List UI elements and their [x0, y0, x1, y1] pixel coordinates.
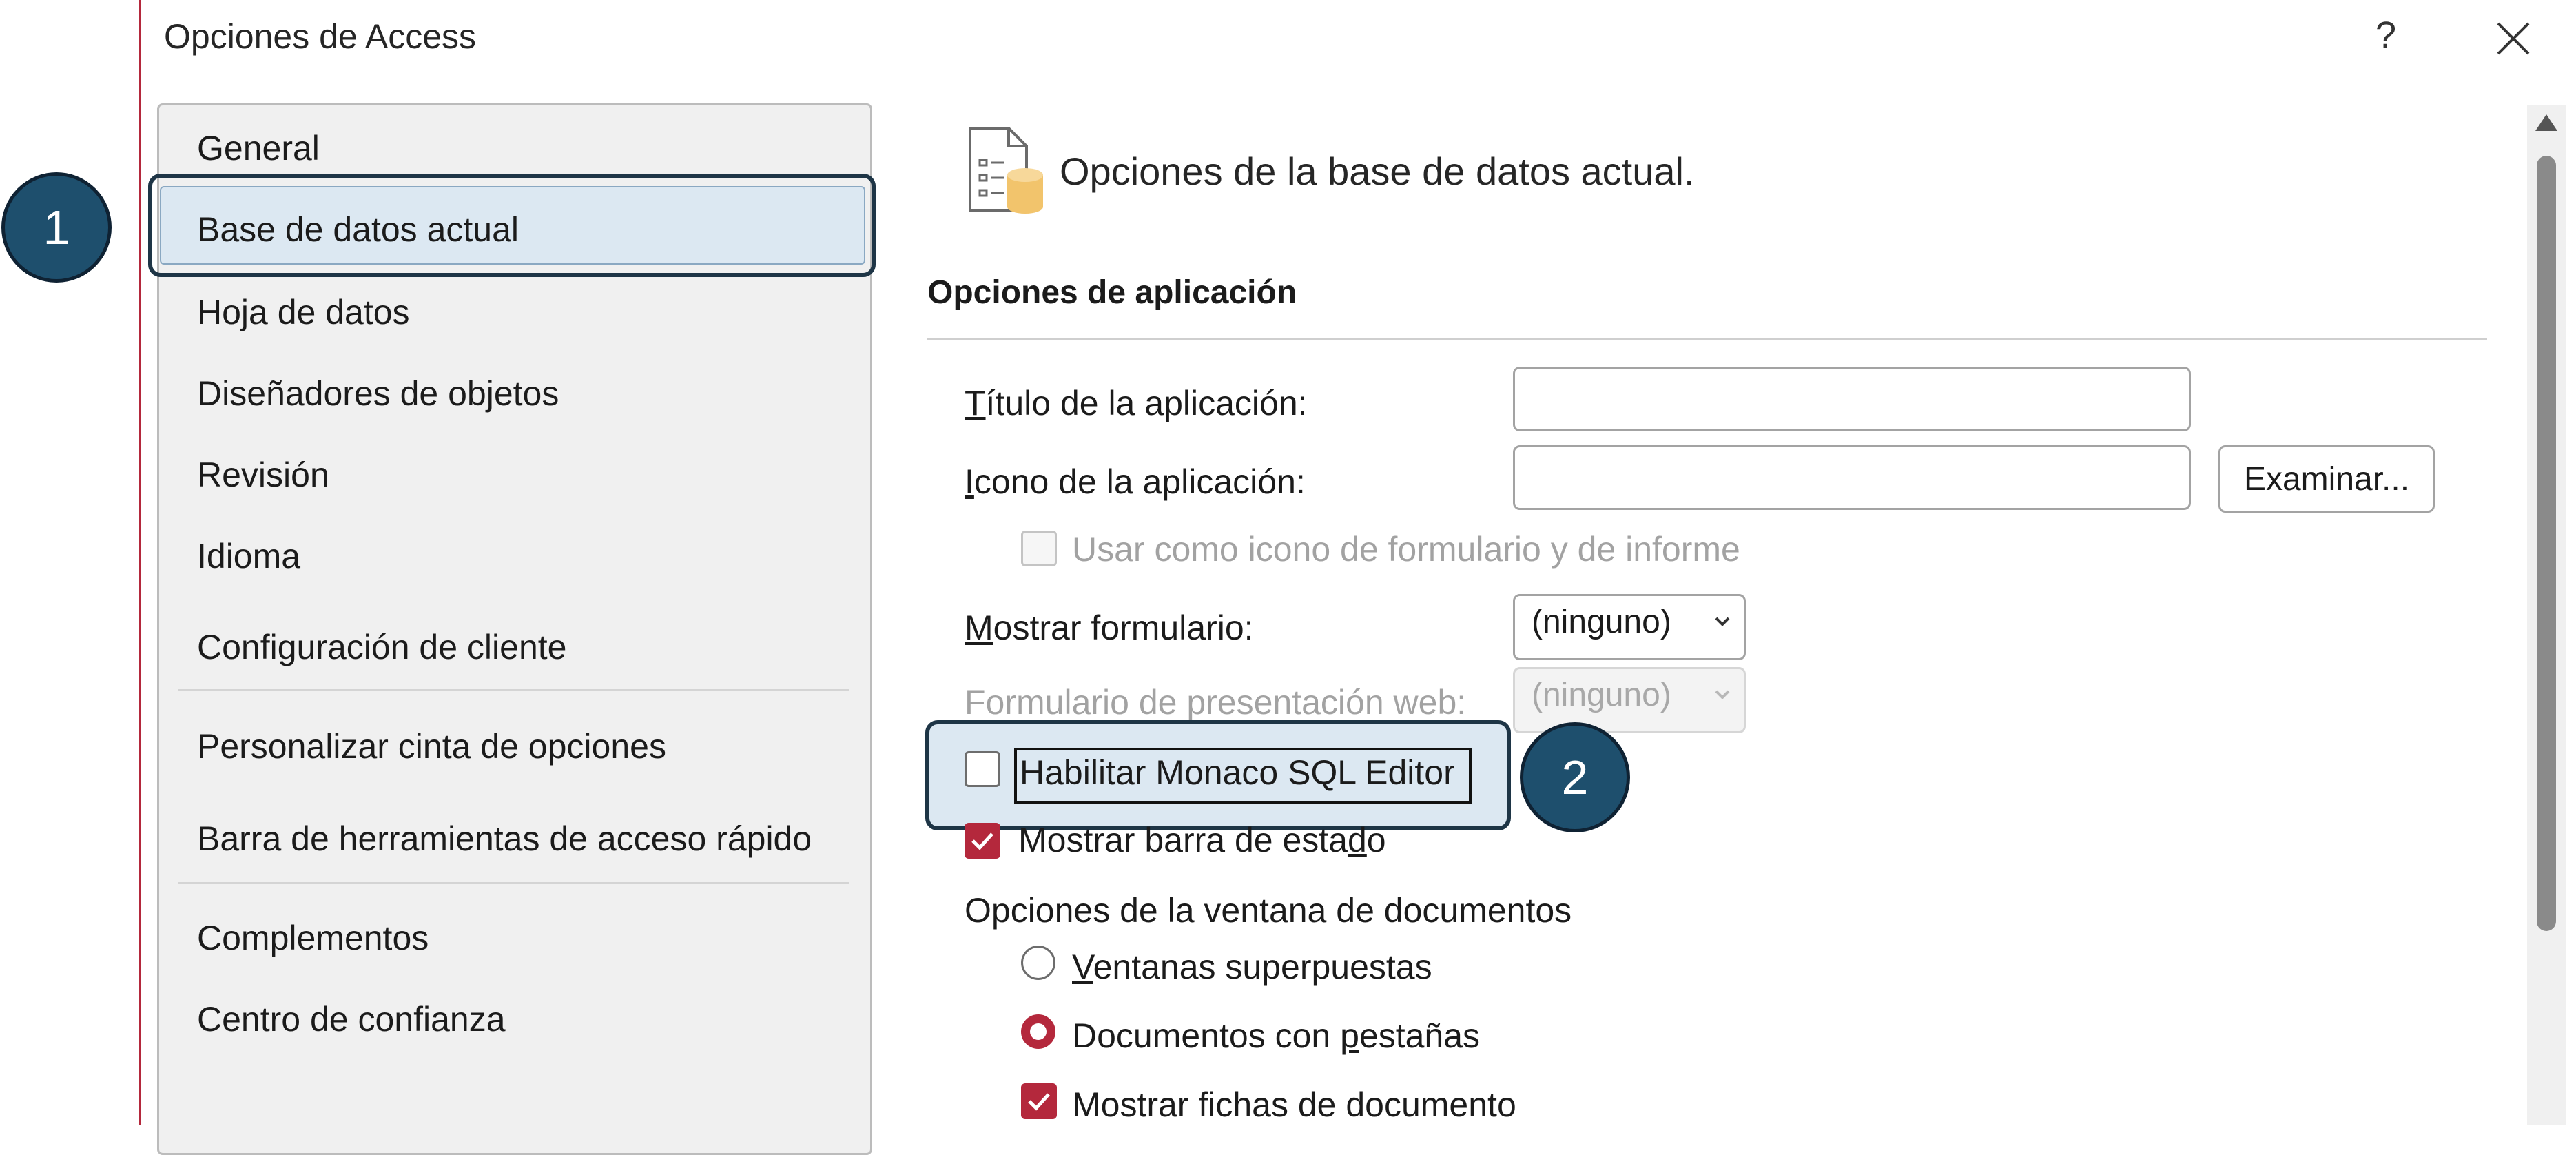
page-title: Opciones de la base de datos actual. — [1060, 150, 1695, 193]
checkmark-icon — [1028, 1093, 1050, 1111]
browse-button[interactable]: Examinar... — [2218, 445, 2435, 513]
overlapping-windows-label: Ventanas superpuestas — [1072, 948, 1432, 986]
nav-item-barra-acceso-rapido[interactable]: Barra de herramientas de acceso rápido — [197, 819, 812, 859]
nav-item-revision[interactable]: Revisión — [197, 455, 329, 495]
help-button[interactable]: ? — [2376, 14, 2396, 57]
nav-item-personalizar-cinta[interactable]: Personalizar cinta de opciones — [197, 726, 666, 766]
section-title: Opciones de aplicación — [927, 274, 1297, 311]
close-icon — [2497, 22, 2530, 55]
status-bar-checkbox[interactable] — [965, 823, 1000, 859]
monaco-sql-editor-label: Habilitar Monaco SQL Editor — [1020, 753, 1455, 792]
use-as-form-icon-checkbox[interactable] — [1021, 531, 1057, 566]
database-options-icon — [965, 125, 1047, 218]
document-window-heading: Opciones de la ventana de documentos — [965, 891, 1572, 930]
tabbed-documents-label: Documentos con pestañas — [1072, 1016, 1481, 1055]
show-document-tabs-checkbox[interactable] — [1021, 1083, 1057, 1119]
callout-badge-2: 2 — [1520, 722, 1630, 832]
nav-item-centro-de-confianza[interactable]: Centro de confianza — [197, 999, 506, 1039]
web-display-form-select[interactable]: (ninguno) — [1513, 667, 1746, 733]
web-display-form-value: (ninguno) — [1532, 677, 1671, 713]
status-bar-label: Mostrar barra de estado — [1018, 821, 1386, 859]
web-display-form-label: Formulario de presentación web: — [965, 683, 1467, 722]
checkmark-icon — [971, 832, 993, 850]
app-title-label: Título de la aplicación: — [965, 384, 1308, 422]
callout-badge-1: 1 — [1, 172, 112, 283]
nav-item-configuracion-de-cliente[interactable]: Configuración de cliente — [197, 627, 566, 667]
nav-item-hoja-de-datos[interactable]: Hoja de datos — [197, 292, 410, 332]
show-document-tabs-label: Mostrar fichas de documento — [1072, 1085, 1516, 1124]
app-icon-label: Icono de la aplicación: — [965, 462, 1306, 501]
nav-divider — [178, 882, 849, 884]
dialog-title: Opciones de Access — [164, 17, 477, 56]
overlapping-windows-radio[interactable] — [1021, 946, 1055, 980]
nav-item-complementos[interactable]: Complementos — [197, 918, 429, 958]
nav-item-idioma[interactable]: Idioma — [197, 536, 300, 576]
display-form-label: Mostrar formulario: — [965, 609, 1254, 647]
scroll-up-arrow-icon[interactable] — [2531, 110, 2562, 139]
use-as-form-icon-label: Usar como icono de formulario y de infor… — [1072, 530, 1740, 569]
scrollbar-thumb[interactable] — [2537, 156, 2556, 931]
close-button[interactable] — [2494, 10, 2533, 68]
chevron-down-icon — [1715, 690, 1730, 699]
monaco-sql-editor-checkbox[interactable] — [965, 751, 1000, 787]
section-divider — [927, 338, 2487, 340]
nav-divider — [178, 689, 849, 691]
app-title-input[interactable] — [1513, 367, 2191, 431]
tabbed-documents-radio[interactable] — [1021, 1014, 1055, 1049]
chevron-down-icon — [1715, 617, 1730, 626]
nav-item-disenadores-de-objetos[interactable]: Diseñadores de objetos — [197, 374, 559, 413]
app-icon-input[interactable] — [1513, 445, 2191, 510]
nav-item-general[interactable]: General — [197, 128, 320, 168]
display-form-select[interactable]: (ninguno) — [1513, 594, 1746, 660]
display-form-value: (ninguno) — [1532, 604, 1671, 640]
callout-highlight-1 — [148, 174, 876, 277]
